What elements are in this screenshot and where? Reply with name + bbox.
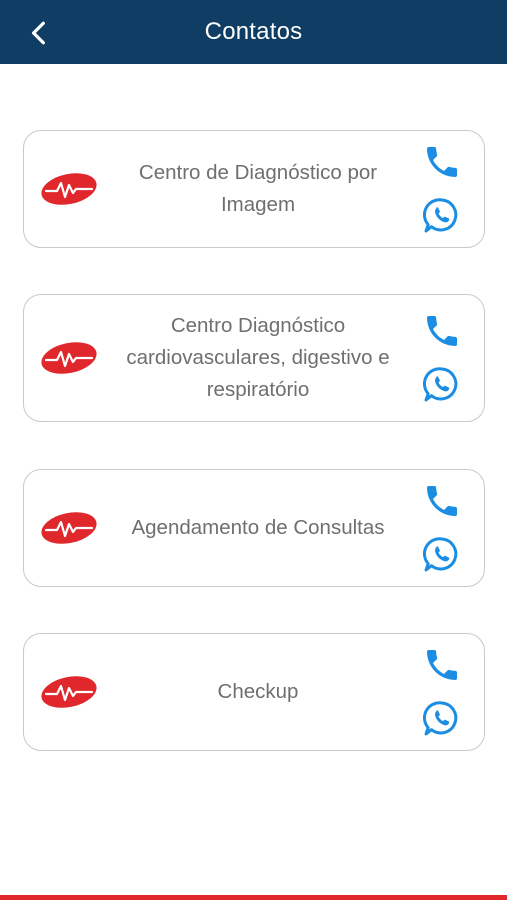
- phone-icon[interactable]: [422, 142, 462, 182]
- phone-icon[interactable]: [422, 481, 462, 521]
- contact-label: Agendamento de Consultas: [131, 516, 385, 539]
- contact-label: Checkup: [217, 680, 299, 703]
- whatsapp-icon[interactable]: [422, 699, 462, 739]
- whatsapp-icon[interactable]: [422, 535, 462, 575]
- whatsapp-icon[interactable]: [422, 365, 462, 405]
- top-app-bar: Contatos: [0, 0, 507, 64]
- contact-label: Centro Diagnóstico cardiovasculares, dig…: [126, 314, 390, 401]
- clinic-logo-icon: [41, 676, 97, 708]
- contact-actions: [420, 295, 464, 421]
- contact-label: Centro de Diagnóstico por Imagem: [138, 161, 378, 216]
- phone-icon[interactable]: [422, 311, 462, 351]
- phone-icon[interactable]: [422, 645, 462, 685]
- whatsapp-icon[interactable]: [422, 196, 462, 236]
- page-title: Contatos: [204, 18, 303, 45]
- contact-actions: [420, 634, 464, 750]
- contact-card-diagnostico-imagem: Centro de Diagnóstico por Imagem: [23, 130, 485, 248]
- chevron-left-icon[interactable]: [26, 20, 52, 46]
- clinic-logo-icon: [41, 342, 97, 374]
- clinic-logo-icon: [41, 512, 97, 544]
- contact-card-checkup: Checkup: [23, 633, 485, 751]
- bottom-accent-bar: [0, 895, 507, 900]
- clinic-logo-icon: [41, 173, 97, 205]
- contact-card-agendamento: Agendamento de Consultas: [23, 469, 485, 587]
- contact-card-diagnostico-cardio: Centro Diagnóstico cardiovasculares, dig…: [23, 294, 485, 422]
- contact-actions: [420, 131, 464, 247]
- contact-actions: [420, 470, 464, 586]
